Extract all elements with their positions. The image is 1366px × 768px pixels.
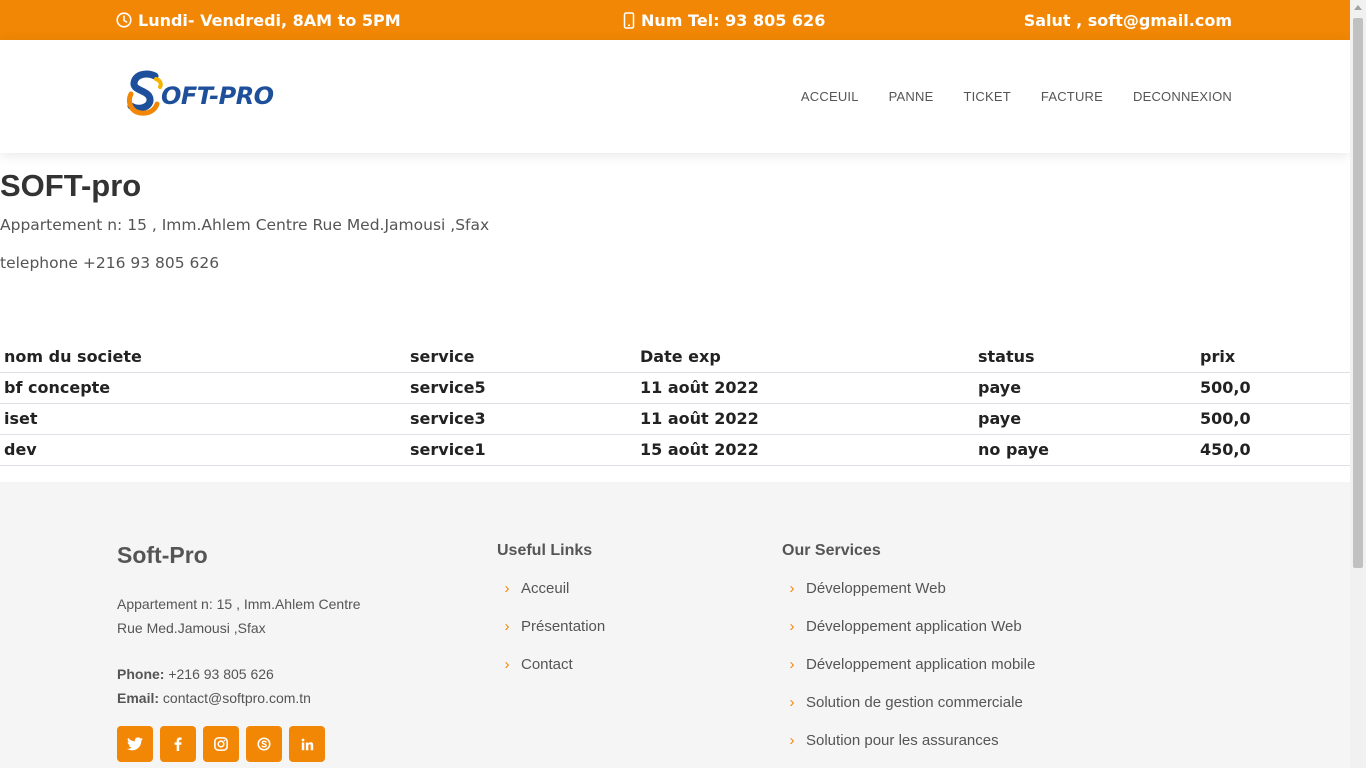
- scroll-up-arrow-icon[interactable]: [1354, 5, 1362, 10]
- list-item[interactable]: › Développement Web: [786, 580, 1035, 618]
- chevron-right-icon: ›: [504, 656, 510, 673]
- social-links: [117, 726, 332, 762]
- col-header-date: Date exp: [640, 346, 721, 366]
- list-item[interactable]: › Acceuil: [501, 580, 605, 618]
- site-footer: Soft-Pro Appartement n: 15 , Imm.Ahlem C…: [0, 482, 1350, 768]
- cell-price: 500,0: [1200, 378, 1251, 397]
- invoice-table: nom du societe service Date exp status p…: [0, 341, 1350, 466]
- cell-service: service3: [410, 409, 486, 428]
- site-header: OFT-PRO ACCEUIL PANNE TICKET FACTURE DEC…: [0, 40, 1350, 153]
- facebook-icon[interactable]: [160, 726, 196, 762]
- chevron-right-icon: ›: [789, 618, 795, 635]
- list-item[interactable]: › Présentation: [501, 618, 606, 656]
- col-header-price: prix: [1200, 346, 1236, 366]
- col-header-company: nom du societe: [4, 346, 142, 366]
- company-telephone: telephone +216 93 805 626: [0, 254, 220, 272]
- logo-text: OFT-PRO: [161, 82, 274, 110]
- cell-date: 11 août 2022: [640, 409, 759, 428]
- footer-email[interactable]: contact@softpro.com.tn: [163, 690, 311, 706]
- company-name: SOFT-pro: [0, 168, 142, 203]
- top-bar: Lundi- Vendredi, 8AM to 5PM Num Tel: 93 …: [0, 0, 1350, 40]
- footer-email-label: Email:: [117, 690, 160, 706]
- cell-status: paye: [978, 378, 1022, 397]
- nav-ticket[interactable]: TICKET: [963, 89, 1010, 104]
- list-item[interactable]: › Développement application mobile: [786, 656, 1036, 694]
- list-item[interactable]: › Solution de gestion commerciale: [786, 694, 1035, 732]
- table-header-row: nom du societe service Date exp status p…: [0, 341, 1350, 372]
- service-link[interactable]: Solution de gestion commerciale: [806, 694, 1023, 711]
- service-link[interactable]: Solution pour les assurances: [806, 732, 999, 749]
- cell-service: service1: [410, 440, 486, 459]
- logo[interactable]: OFT-PRO: [125, 70, 274, 116]
- hours-text: Lundi- Vendredi, 8AM to 5PM: [138, 10, 401, 30]
- hours-info: Lundi- Vendredi, 8AM to 5PM: [116, 0, 401, 40]
- footer-contact: Phone: +216 93 805 626 Email: contact@so…: [117, 662, 311, 710]
- services-title: Our Services: [782, 542, 881, 559]
- cell-service: service5: [410, 378, 486, 397]
- table-row: iset service3 11 août 2022 paye 500,0: [0, 403, 1350, 434]
- footer-phone: +216 93 805 626: [168, 666, 274, 682]
- cell-price: 500,0: [1200, 409, 1251, 428]
- nav-acceuil[interactable]: ACCEUIL: [801, 89, 859, 104]
- cell-company: dev: [4, 440, 37, 459]
- service-link[interactable]: Développement Web: [806, 580, 946, 597]
- list-item[interactable]: › Contact: [501, 656, 605, 694]
- footer-phone-label: Phone:: [117, 666, 165, 682]
- clock-icon: [116, 12, 132, 28]
- table-row: dev service1 15 août 2022 no paye 450,0: [0, 434, 1350, 465]
- cell-status: paye: [978, 409, 1022, 428]
- service-link[interactable]: Développement application mobile: [806, 656, 1035, 673]
- nav-deconnexion[interactable]: DECONNEXION: [1133, 89, 1232, 104]
- chevron-right-icon: ›: [789, 656, 795, 673]
- twitter-icon[interactable]: [117, 726, 153, 762]
- company-info: SOFT-pro Appartement n: 15 , Imm.Ahlem C…: [0, 168, 489, 272]
- useful-link-acceuil[interactable]: Acceuil: [521, 580, 569, 597]
- phone-info: Num Tel: 93 805 626: [623, 0, 825, 40]
- service-link[interactable]: Développement application Web: [806, 618, 1022, 635]
- page-scrollbar[interactable]: [1350, 0, 1366, 768]
- chevron-right-icon: ›: [504, 618, 510, 635]
- useful-links-list: › Acceuil › Présentation › Contact: [501, 580, 606, 694]
- table-row: bf concepte service5 11 août 2022 paye 5…: [0, 372, 1350, 403]
- cell-status: no paye: [978, 440, 1049, 459]
- cell-date: 15 août 2022: [640, 440, 759, 459]
- greeting-text: Salut , soft@gmail.com: [1023, 10, 1232, 30]
- chevron-right-icon: ›: [789, 694, 795, 711]
- col-header-status: status: [978, 346, 1035, 366]
- footer-address: Appartement n: 15 , Imm.Ahlem Centre Rue…: [117, 596, 361, 636]
- scrollbar-thumb[interactable]: [1353, 18, 1363, 568]
- chevron-right-icon: ›: [789, 580, 795, 597]
- cell-company: iset: [4, 409, 38, 428]
- list-item[interactable]: › Solution pour les assurances: [786, 732, 1035, 768]
- cell-date: 11 août 2022: [640, 378, 759, 397]
- user-greeting: Salut , soft@gmail.com: [1024, 0, 1232, 40]
- list-item[interactable]: › Développement application Web: [786, 618, 1035, 656]
- company-address: Appartement n: 15 , Imm.Ahlem Centre Rue…: [0, 216, 490, 234]
- nav-facture[interactable]: FACTURE: [1041, 89, 1103, 104]
- chevron-right-icon: ›: [789, 732, 795, 749]
- main-nav: ACCEUIL PANNE TICKET FACTURE DECONNEXION: [771, 40, 1232, 153]
- useful-links-title: Useful Links: [497, 542, 593, 559]
- mobile-phone-icon: [623, 11, 635, 29]
- footer-brand: Soft-Pro: [117, 542, 208, 568]
- phone-text: Num Tel: 93 805 626: [641, 10, 826, 30]
- nav-panne[interactable]: PANNE: [889, 89, 934, 104]
- cell-company: bf concepte: [4, 378, 111, 397]
- chevron-right-icon: ›: [504, 580, 510, 597]
- services-list: › Développement Web › Développement applic…: [786, 580, 1036, 768]
- skype-icon[interactable]: [246, 726, 282, 762]
- cell-price: 450,0: [1200, 440, 1251, 459]
- linkedin-icon[interactable]: [289, 726, 325, 762]
- useful-link-presentation[interactable]: Présentation: [521, 618, 605, 635]
- instagram-icon[interactable]: [203, 726, 239, 762]
- col-header-service: service: [410, 346, 475, 366]
- useful-link-contact[interactable]: Contact: [521, 656, 573, 673]
